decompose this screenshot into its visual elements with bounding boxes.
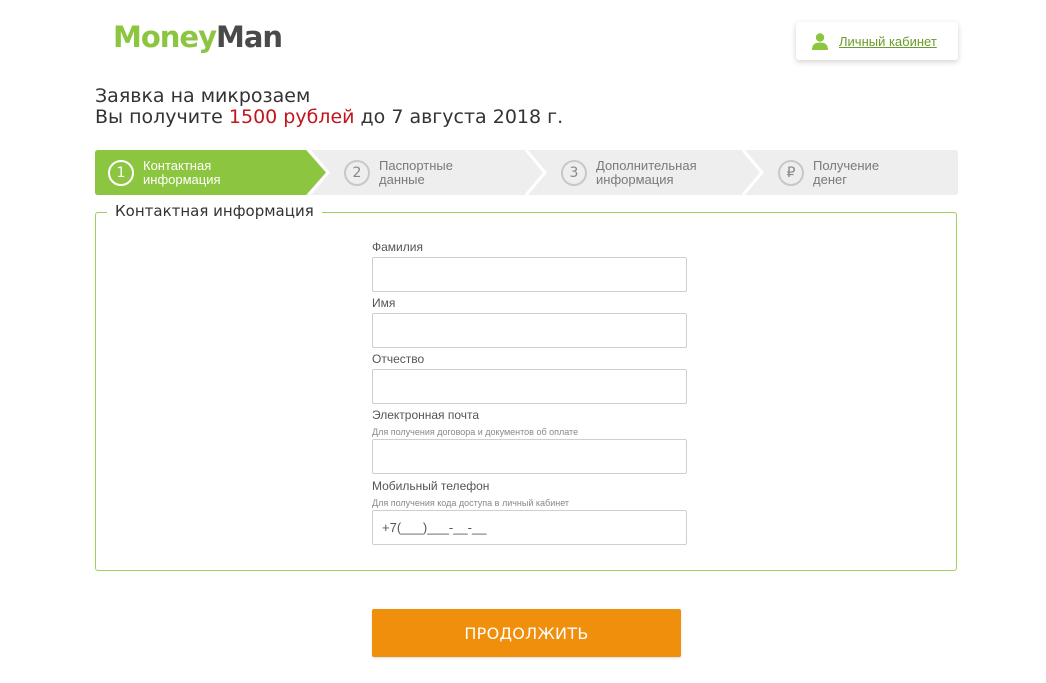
user-icon [812, 33, 828, 50]
section-legend: Контактная информация [107, 202, 322, 220]
step-label: Контактная информация [143, 157, 221, 187]
logo-part-man: Man [216, 20, 283, 54]
step-receive-money: ₽ Получение денег [778, 150, 933, 195]
step-number: 1 [108, 159, 134, 186]
middle-name-label: Отчество [372, 352, 425, 366]
email-input[interactable] [372, 439, 687, 474]
progress-steps: 1 Контактная информация 2 Паспортные данны… [95, 150, 958, 195]
title-line-2: Вы получите 1500 рублей до 7 августа 201… [95, 107, 563, 128]
email-hint: Для получения договора и документов об о… [372, 427, 579, 437]
first-name-input[interactable] [372, 313, 687, 348]
title-prefix: Вы получите [95, 106, 229, 128]
phone-hint: Для получения кода доступа в личный каби… [372, 498, 570, 508]
last-name-input[interactable] [372, 257, 687, 292]
email-label: Электронная почта [372, 408, 480, 422]
moneyman-logo[interactable]: MoneyMan [113, 20, 283, 54]
ruble-icon: ₽ [778, 159, 804, 186]
personal-account-link[interactable]: Личный кабинет [839, 34, 937, 49]
step-contact-info: 1 Контактная информация [108, 150, 263, 195]
page-title: Заявка на микрозаем Вы получите 1500 руб… [95, 86, 563, 128]
personal-account-button[interactable]: Личный кабинет [796, 22, 958, 60]
first-name-label: Имя [372, 296, 396, 310]
step-passport-data: 2 Паспортные данные [344, 150, 499, 195]
step-label: Получение денег [813, 157, 880, 187]
title-line-1: Заявка на микрозаем [95, 85, 311, 107]
step-number: 3 [561, 159, 587, 186]
continue-button[interactable]: ПРОДОЛЖИТЬ [372, 609, 681, 657]
last-name-label: Фамилия [372, 240, 423, 254]
phone-label: Мобильный телефон [372, 479, 490, 493]
step-label: Паспортные данные [379, 157, 453, 187]
phone-input[interactable] [372, 510, 687, 545]
title-suffix: до 7 августа 2018 г. [354, 106, 564, 128]
step-label: Дополнительная информация [596, 157, 697, 187]
step-additional-info: 3 Дополнительная информация [561, 150, 716, 195]
step-number: 2 [344, 159, 370, 186]
logo-part-money: Money [113, 20, 217, 54]
middle-name-input[interactable] [372, 369, 687, 404]
loan-amount: 1500 рублей [228, 106, 355, 128]
